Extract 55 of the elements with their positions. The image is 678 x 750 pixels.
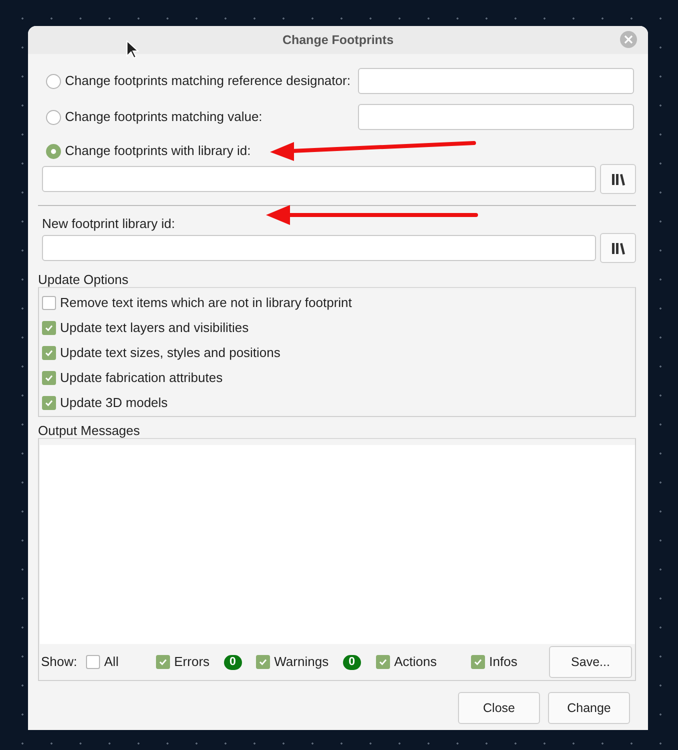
checkbox-label: Remove text items which are not in library footprint xyxy=(60,294,352,310)
check-icon xyxy=(44,348,54,358)
group-title: Output Messages xyxy=(38,424,141,438)
checkbox[interactable] xyxy=(376,655,390,670)
radio-label: Change footprints with library id: xyxy=(65,143,251,159)
filter-label: Errors xyxy=(174,654,210,670)
check-icon xyxy=(258,657,268,668)
radio-label: Change footprints matching reference designator: xyxy=(65,73,350,89)
library-icon xyxy=(612,172,624,186)
text-field[interactable] xyxy=(42,235,596,261)
filter-label: Warnings xyxy=(274,654,329,670)
library-button[interactable] xyxy=(600,164,636,194)
checkbox[interactable] xyxy=(42,396,56,410)
close-button[interactable] xyxy=(620,31,637,48)
group-title: Update Options xyxy=(38,273,130,287)
check-icon xyxy=(44,372,54,382)
filter-label: Actions xyxy=(394,654,437,670)
checkbox-label: Update 3D models xyxy=(60,394,168,410)
text-field[interactable] xyxy=(42,166,596,192)
radio-button[interactable] xyxy=(46,110,61,124)
checkbox-label: Update fabrication attributes xyxy=(60,370,223,386)
check-icon xyxy=(44,322,54,332)
field-label: New footprint library id: xyxy=(42,216,176,231)
checkbox-label: Update text sizes, styles and positions xyxy=(60,344,280,360)
check-icon xyxy=(158,657,168,668)
close-icon xyxy=(624,35,633,44)
checkbox[interactable] xyxy=(471,655,486,670)
window-title: Change Footprints xyxy=(282,32,394,48)
radio-button[interactable] xyxy=(46,74,61,88)
dialog-button[interactable]: Change xyxy=(548,692,630,724)
checkbox-label: Update text layers and visibilities xyxy=(60,320,249,336)
check-icon xyxy=(378,657,388,668)
check-icon xyxy=(44,398,54,408)
count-badge: 0 xyxy=(342,654,361,670)
dialog-button[interactable]: Close xyxy=(458,692,540,724)
checkbox[interactable] xyxy=(156,655,170,670)
checkbox[interactable] xyxy=(42,320,56,334)
cursor-icon xyxy=(126,40,140,59)
checkbox[interactable] xyxy=(86,655,100,670)
save-button[interactable]: Save... xyxy=(549,646,632,678)
text-field[interactable] xyxy=(358,68,634,94)
show-label: Show: xyxy=(41,654,78,670)
checkbox[interactable] xyxy=(42,346,56,360)
checkbox[interactable] xyxy=(256,655,270,670)
checkbox[interactable] xyxy=(42,296,56,310)
radio-label: Change footprints matching value: xyxy=(65,109,262,125)
library-icon xyxy=(612,242,624,254)
filter-label: All xyxy=(104,654,119,670)
check-icon xyxy=(473,657,484,668)
library-button[interactable] xyxy=(600,233,636,263)
checkbox[interactable] xyxy=(42,370,56,384)
filter-label: Infos xyxy=(489,654,518,670)
radio-button[interactable] xyxy=(46,144,61,158)
count-badge: 0 xyxy=(224,654,242,670)
text-field[interactable] xyxy=(358,104,634,130)
